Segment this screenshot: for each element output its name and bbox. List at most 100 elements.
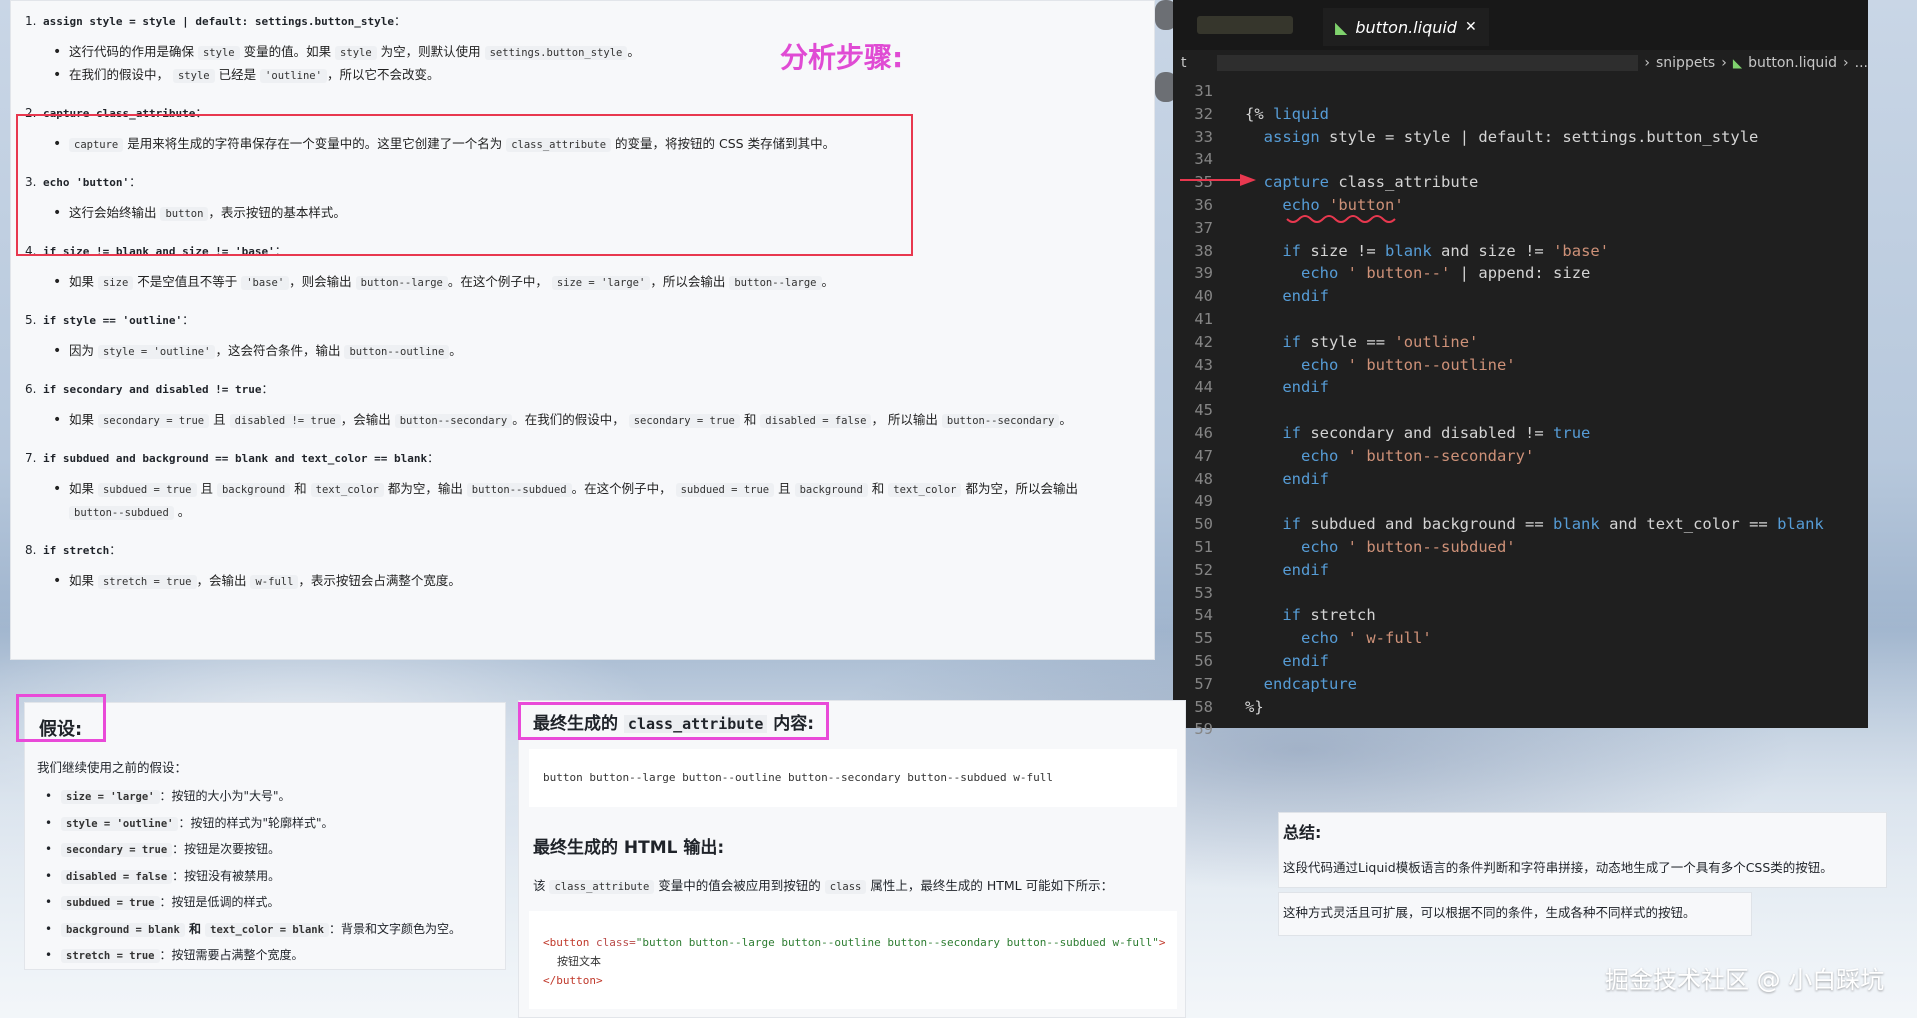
code-line[interactable]: 36 echo 'button' [1173, 194, 1868, 217]
code-line[interactable]: 45 [1173, 399, 1868, 422]
assumption-item: secondary = true：按钮是次要按钮。 [37, 837, 493, 864]
code-lines[interactable]: 31 32 {% liquid 33 assign style = style | d… [1173, 80, 1868, 741]
code-line[interactable]: 46 if secondary and disabled != true [1173, 422, 1868, 445]
class-output-code: button button--large button--outline but… [529, 749, 1177, 807]
line-code[interactable]: if subdued and background == blank and t… [1245, 513, 1823, 536]
line-number: 32 [1194, 104, 1213, 123]
inline-code: 'base' [241, 276, 290, 290]
code-line[interactable]: 51 echo ' button--subdued' [1173, 536, 1868, 559]
analysis-steps-annotation: 分析步骤: [780, 41, 904, 74]
line-code[interactable]: echo ' button--secondary' [1245, 445, 1534, 468]
line-code[interactable]: endif [1245, 376, 1329, 399]
code-line[interactable]: 38 if size != blank and size != 'base' [1173, 240, 1868, 263]
bullet-text: 都为空，所以会输出 [961, 481, 1078, 496]
assumption-intro: 我们继续使用之前的假设： [37, 760, 188, 775]
close-icon[interactable]: ✕ [1465, 19, 1477, 35]
code-line[interactable]: 33 assign style = style | default: setti… [1173, 126, 1868, 149]
code-editor: ◣ button.liquid ✕ t › snippets › ◣ butto… [1173, 0, 1868, 738]
line-code[interactable]: endif [1245, 559, 1329, 582]
line-code[interactable]: endif [1245, 650, 1329, 673]
code-line[interactable]: 43 echo ' button--outline' [1173, 354, 1868, 377]
line-code[interactable]: echo ' w-full' [1245, 627, 1432, 650]
code-line[interactable]: 37 [1173, 217, 1868, 240]
code-line[interactable]: 57 endcapture [1173, 673, 1868, 696]
summary-box-1: 总结: 这段代码通过Liquid模板语言的条件判断和字符串拼接，动态地生成了一个… [1278, 812, 1887, 888]
inline-code: subdued = true [97, 483, 197, 497]
breadcrumb-root[interactable]: t [1181, 55, 1187, 71]
code-line[interactable]: 34 [1173, 148, 1868, 171]
blurred-tab[interactable] [1197, 16, 1293, 34]
step-tail: ： [427, 451, 440, 465]
breadcrumb-file[interactable]: button.liquid [1748, 55, 1837, 71]
pink-box-result-title [518, 702, 829, 740]
line-code[interactable]: echo ' button--' | append: size [1245, 262, 1590, 285]
bullet-text: 变量的值。如果 [239, 44, 336, 59]
code-line[interactable]: 53 [1173, 582, 1868, 605]
code-line[interactable]: 42 if style == 'outline' [1173, 331, 1868, 354]
breadcrumb-folder[interactable]: snippets [1656, 55, 1715, 71]
code-line[interactable]: 39 echo ' button--' | append: size [1173, 262, 1868, 285]
summary-paragraph-2: 这种方式灵活且可扩展，可以根据不同的条件，生成各种不同样式的按钮。 [1278, 892, 1752, 936]
code-line[interactable]: 41 [1173, 308, 1868, 331]
inline-code: size = 'large' [61, 790, 160, 804]
assumption-text: ：按钮的样式为"轮廓样式"。 [178, 815, 334, 830]
line-number: 57 [1194, 674, 1213, 693]
code-line[interactable]: 31 [1173, 80, 1868, 103]
breadcrumb-more[interactable]: ... [1855, 55, 1868, 71]
code-line[interactable]: 50 if subdued and background == blank an… [1173, 513, 1868, 536]
tab-button-liquid[interactable]: ◣ button.liquid ✕ [1323, 8, 1489, 46]
code-line[interactable]: 49 [1173, 490, 1868, 513]
red-arrow-annotation [1180, 174, 1256, 186]
code-line[interactable]: 47 echo ' button--secondary' [1173, 445, 1868, 468]
code-line[interactable]: 52 endif [1173, 559, 1868, 582]
tab-label: button.liquid [1355, 17, 1457, 37]
line-number: 53 [1194, 583, 1213, 602]
code-line[interactable]: 40 endif [1173, 285, 1868, 308]
step-number: 8. [25, 543, 37, 557]
line-code[interactable]: if secondary and disabled != true [1245, 422, 1590, 445]
line-code[interactable]: if style == 'outline' [1245, 331, 1478, 354]
code-line[interactable]: 56 endif [1173, 650, 1868, 673]
line-code[interactable]: endcapture [1245, 673, 1357, 696]
line-code[interactable]: endif [1245, 468, 1329, 491]
assumption-text: ：按钮是次要按钮。 [172, 842, 281, 856]
assumption-list: size = 'large'：按钮的大小为"大号"。style = 'outli… [37, 784, 493, 970]
code-line[interactable]: 44 endif [1173, 376, 1868, 399]
line-number: 38 [1194, 241, 1213, 260]
analysis-steps-panel: 1. assign style = style | default: settin… [10, 0, 1155, 660]
step-number: 5. [25, 313, 37, 327]
line-number: 41 [1194, 309, 1213, 328]
line-code[interactable]: echo ' button--subdued' [1245, 536, 1516, 559]
inline-code: size [97, 276, 134, 290]
line-number: 34 [1194, 150, 1213, 169]
code-line[interactable]: 58%} [1173, 696, 1868, 719]
editor-tab-bar: ◣ button.liquid ✕ [1173, 0, 1868, 50]
line-code[interactable]: {% liquid [1245, 103, 1329, 126]
line-code[interactable]: capture class_attribute [1245, 171, 1479, 194]
line-code[interactable]: assign style = style | default: settings… [1245, 126, 1759, 149]
line-number: 43 [1194, 355, 1213, 374]
step-code: if style == 'outline' [43, 314, 183, 327]
line-code[interactable]: endif [1245, 285, 1329, 308]
inline-code: background [794, 483, 868, 497]
line-code[interactable]: %} [1245, 696, 1264, 719]
code-line[interactable]: 48 endif [1173, 468, 1868, 491]
line-code[interactable]: if stretch [1245, 604, 1375, 627]
line-code[interactable]: if size != blank and size != 'base' [1245, 240, 1609, 263]
code-line[interactable]: 55 echo ' w-full' [1173, 627, 1868, 650]
line-code[interactable]: echo ' button--outline' [1245, 354, 1516, 377]
code-line[interactable]: 35 capture class_attribute [1173, 171, 1868, 194]
code-line[interactable]: 59 [1173, 718, 1868, 741]
code-line[interactable]: 54 if stretch [1173, 604, 1868, 627]
summary-panel: 总结: 这段代码通过Liquid模板语言的条件判断和字符串拼接，动态地生成了一个… [1278, 812, 1887, 936]
code-line[interactable]: 32 {% liquid [1173, 103, 1868, 126]
line-number: 37 [1194, 218, 1213, 237]
bullet-text: 因为 [69, 343, 98, 358]
line-number: 31 [1194, 82, 1213, 100]
bullet-text: 。在这个例子中， [571, 481, 676, 496]
assumption-mid: 和 [184, 921, 206, 936]
bullet-text: 且 [774, 481, 795, 496]
